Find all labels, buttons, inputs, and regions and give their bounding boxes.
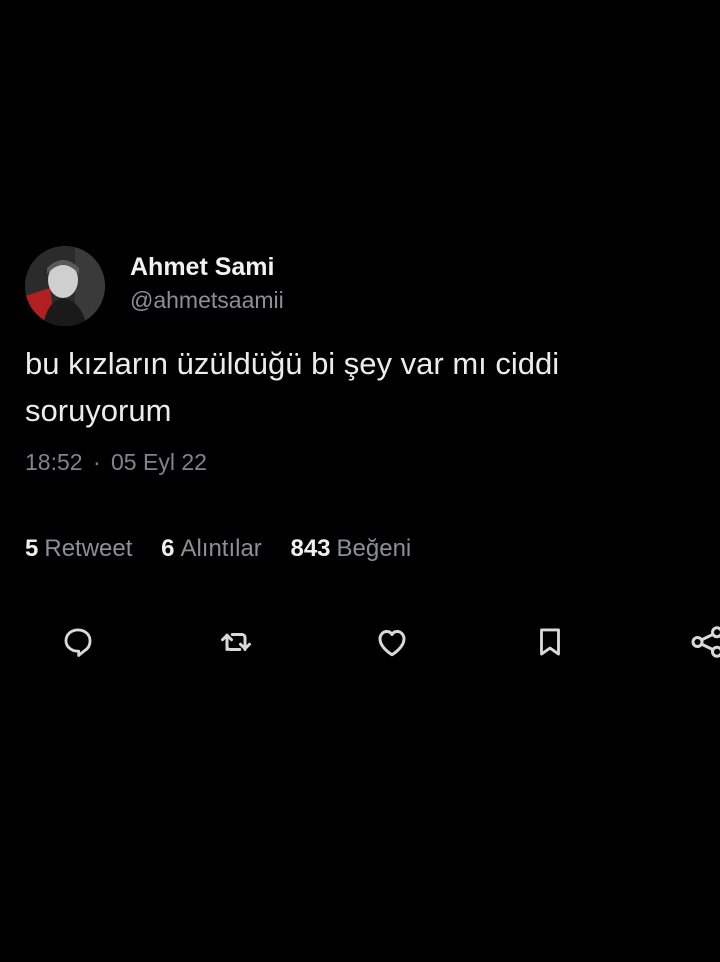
author-names: Ahmet Sami @ahmetsaamii	[130, 252, 284, 315]
tweet-stats: 5 Retweet 6 Alıntılar 843 Beğeni	[25, 533, 433, 565]
timestamp-separator: ·	[92, 449, 101, 475]
like-count: 843	[290, 535, 331, 562]
tweet-date: 05 Eyl 22	[111, 449, 207, 475]
bookmark-button[interactable]	[528, 620, 572, 664]
avatar[interactable]	[25, 246, 105, 326]
reply-button[interactable]	[56, 620, 100, 664]
like-icon	[378, 630, 406, 657]
like-stat[interactable]: 843 Beğeni	[290, 533, 411, 565]
share-button[interactable]	[686, 620, 720, 664]
like-button[interactable]	[370, 620, 414, 664]
tweet-header: Ahmet Sami @ahmetsaamii	[25, 246, 284, 326]
share-icon	[691, 626, 720, 658]
display-name[interactable]: Ahmet Sami	[130, 252, 284, 282]
action-bar	[0, 620, 720, 664]
retweet-label: Retweet	[44, 535, 133, 562]
user-handle[interactable]: @ahmetsaamii	[130, 285, 284, 315]
bookmark-icon	[540, 628, 560, 656]
tweet-time: 18:52	[25, 449, 83, 475]
retweet-count: 5	[25, 535, 39, 562]
retweet-stat[interactable]: 5 Retweet	[25, 533, 132, 565]
retweet-button[interactable]	[214, 620, 258, 664]
reply-icon	[64, 628, 92, 657]
like-label: Beğeni	[336, 535, 412, 562]
quote-stat[interactable]: 6 Alıntılar	[161, 533, 262, 565]
tweet-text: bu kızların üzüldüğü bi şey var mı ciddi…	[25, 346, 560, 428]
quote-count: 6	[161, 535, 175, 562]
tweet-timestamp[interactable]: 18:52 · 05 Eyl 22	[25, 447, 207, 477]
retweet-icon	[221, 633, 251, 651]
quote-label: Alıntılar	[180, 535, 262, 562]
tweet-card: Ahmet Sami @ahmetsaamii bu kızların üzül…	[0, 0, 720, 962]
